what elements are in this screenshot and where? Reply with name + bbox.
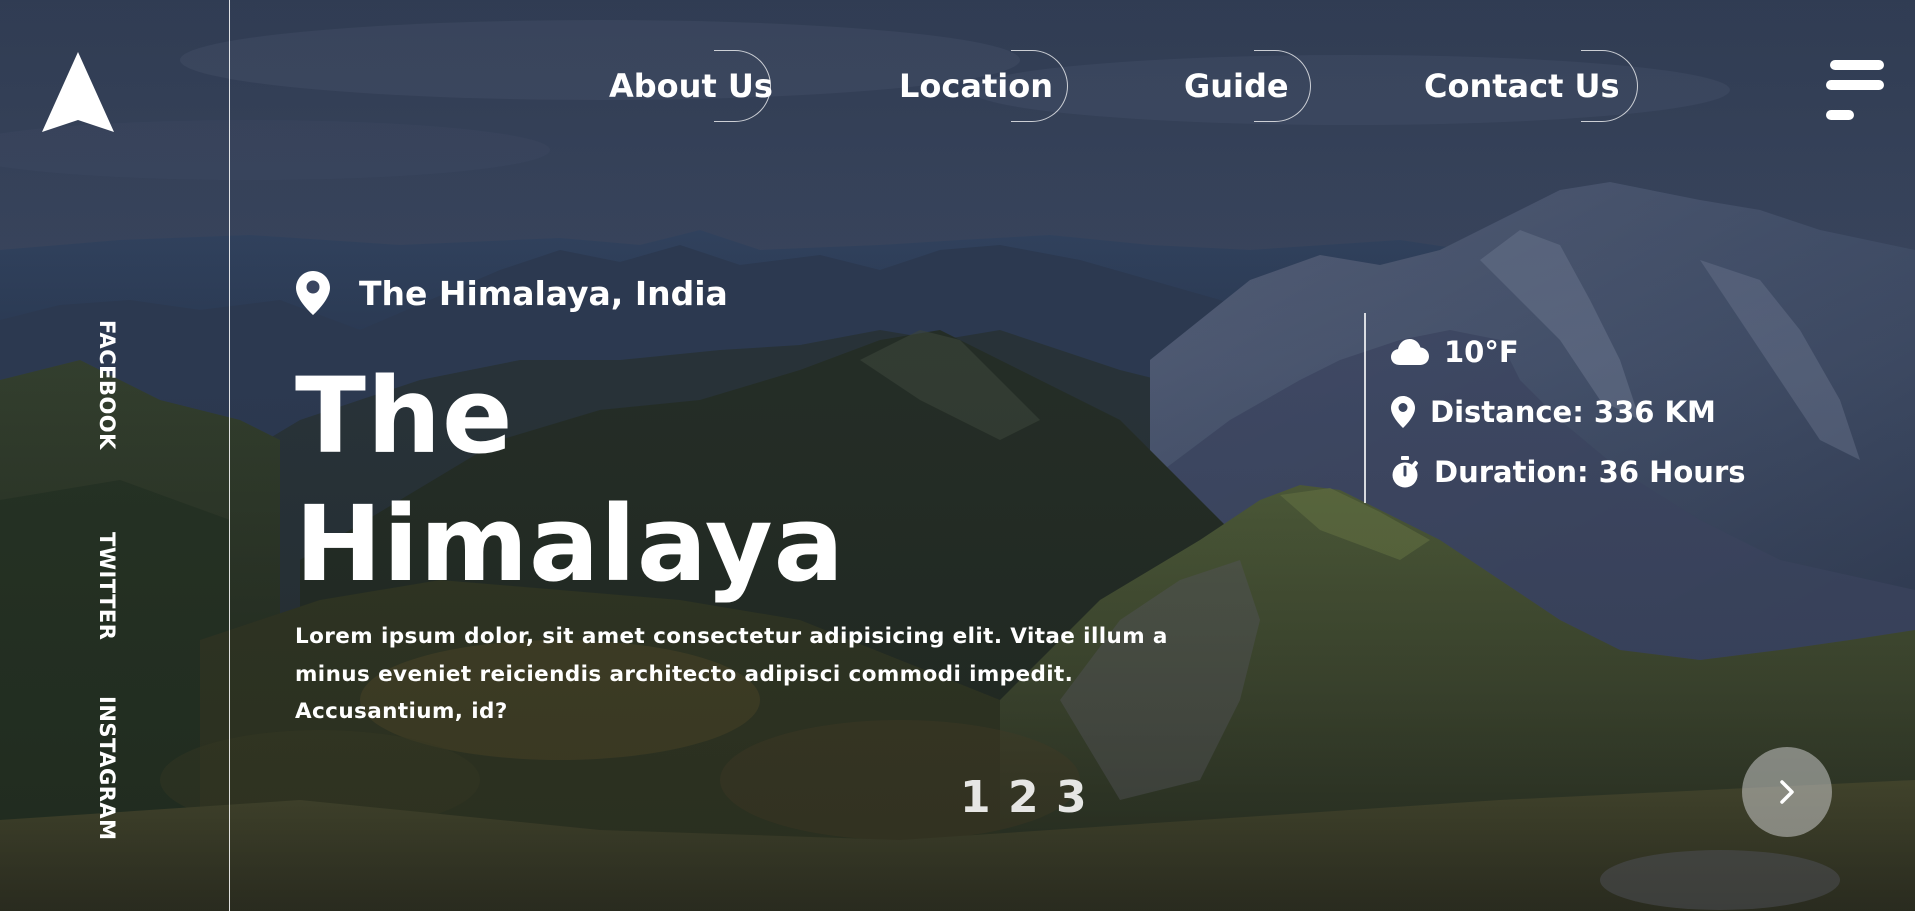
arrow-up-logo-icon[interactable] [40,50,116,136]
cloud-icon [1390,337,1430,367]
nav-arc-decoration [714,50,771,122]
nav-link-about-us[interactable]: About Us [609,50,773,122]
duration-text: Duration: 36 Hours [1434,455,1746,489]
landing-page: FACEBOOK TWITTER INSTAGRAM About Us Loca… [0,0,1915,911]
nav-link-guide[interactable]: Guide [1184,50,1311,122]
info-divider [1364,313,1366,503]
chevron-right-icon [1780,780,1794,804]
sidebar-divider [229,0,230,911]
distance-info: Distance: 336 KM [1390,392,1716,432]
duration-info: Duration: 36 Hours [1390,452,1746,492]
map-pin-icon [296,271,330,315]
stopwatch-icon [1390,455,1420,489]
social-link-instagram[interactable]: INSTAGRAM [95,696,119,841]
page-link-2[interactable]: 2 [1008,772,1039,823]
social-link-twitter[interactable]: TWITTER [95,532,119,640]
pagination: 1 2 3 [960,772,1087,823]
page-link-1[interactable]: 1 [960,772,991,823]
hero-description: Lorem ipsum dolor, sit amet consectetur … [295,624,1168,724]
page-link-3[interactable]: 3 [1056,772,1087,823]
location-label: The Himalaya, India [295,268,728,318]
social-link-facebook[interactable]: FACEBOOK [95,320,119,450]
temperature-text: 10°F [1444,335,1519,369]
page-title: The Himalaya [295,352,845,608]
map-pin-icon [1390,395,1416,429]
page-title-line-2: Himalaya [295,483,845,605]
page-title-line-1: The [295,355,514,477]
location-text: The Himalaya, India [359,273,728,313]
distance-text: Distance: 336 KM [1430,395,1716,429]
temperature-info: 10°F [1390,332,1519,372]
nav-link-contact-us[interactable]: Contact Us [1424,50,1638,122]
next-slide-button[interactable] [1742,747,1832,837]
hamburger-menu-icon[interactable] [1826,60,1886,122]
nav-link-location[interactable]: Location [899,50,1068,122]
